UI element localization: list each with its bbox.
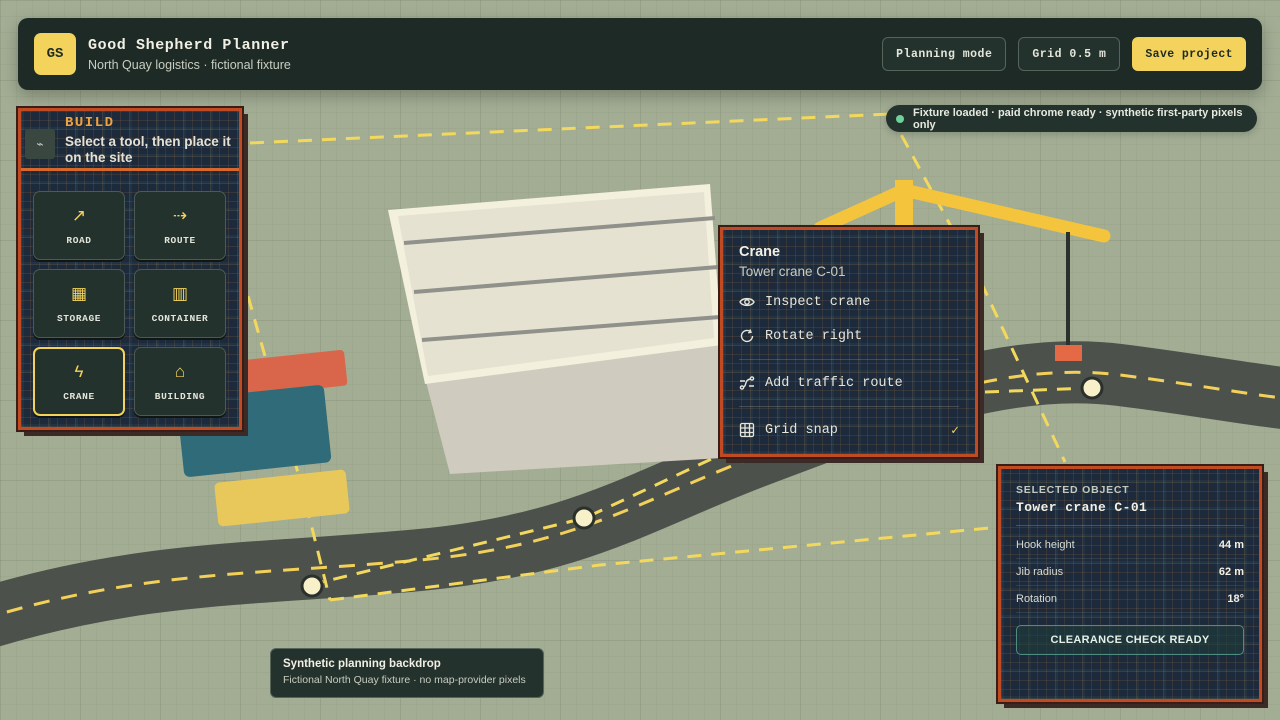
planning-mode-button[interactable]: Planning mode [882, 37, 1007, 71]
build-instruction: Select a tool, then place it on the site [65, 134, 231, 165]
selected-object-name: Tower crane C-01 [1016, 500, 1148, 515]
selected-object-label: SELECTED OBJECT [1016, 484, 1130, 496]
caption-subtitle: Fictional North Quay fixture · no map-pr… [283, 674, 526, 686]
building-icon: ⌂ [174, 362, 186, 381]
tool-label: CONTAINER [151, 313, 209, 324]
context-menu-title: Crane [739, 244, 781, 260]
property-row-jib-radius: Jib radius 62 m [1016, 559, 1244, 586]
menu-item-add-traffic-route[interactable]: Add traffic route [739, 366, 959, 400]
tool-grid: ↗ ROAD ⇢ ROUTE ▦ STORAGE ▥ CONTAINER ϟ C… [33, 191, 226, 416]
eye-icon [739, 297, 755, 307]
save-project-button[interactable]: Save project [1132, 37, 1246, 71]
container-icon: ▥ [171, 284, 189, 303]
brand: Good Shepherd Planner North Quay logisti… [88, 37, 291, 72]
grid-size-button[interactable]: Grid 0.5 m [1018, 37, 1121, 71]
property-row-rotation: Rotation 18° [1016, 586, 1244, 613]
build-header: ⌁ BUILD Select a tool, then place it on … [21, 111, 239, 171]
status-pill: Fixture loaded · paid chrome ready · syn… [886, 105, 1257, 132]
warehouse-building [388, 184, 722, 474]
dashed-arrow-icon: ⇢ [172, 206, 188, 225]
check-icon: ✓ [951, 422, 959, 438]
tool-road[interactable]: ↗ ROAD [33, 191, 125, 260]
context-menu: Crane Tower crane C-01 Inspect crane Rot… [720, 227, 978, 457]
status-dot-icon [896, 114, 904, 123]
grid-icon [739, 422, 755, 438]
app-subtitle: North Quay logistics · fictional fixture [88, 57, 291, 72]
property-value: 44 m [1218, 539, 1244, 551]
tool-container[interactable]: ▥ CONTAINER [134, 269, 226, 338]
tool-label: ROAD [66, 235, 92, 246]
menu-item-rotate-right[interactable]: Rotate right [739, 319, 959, 353]
status-text: Fixture loaded · paid chrome ready · syn… [913, 106, 1243, 131]
menu-separator [739, 359, 959, 360]
top-actions: Planning mode Grid 0.5 m Save project [882, 37, 1246, 71]
property-value: 18° [1227, 593, 1244, 605]
app-logo: GS [34, 33, 76, 75]
backdrop-caption: Synthetic planning backdrop Fictional No… [270, 648, 544, 698]
menu-item-grid-snap[interactable]: Grid snap ✓ [739, 413, 959, 447]
tool-crane[interactable]: ϟ CRANE [33, 347, 125, 416]
arrow-up-right-icon: ↗ [71, 206, 87, 225]
menu-item-label: Add traffic route [765, 375, 903, 391]
property-value: 62 m [1218, 566, 1244, 578]
tool-building[interactable]: ⌂ BUILDING [134, 347, 226, 416]
property-key: Jib radius [1016, 566, 1064, 578]
tool-label: BUILDING [154, 391, 206, 402]
build-title: BUILD [65, 115, 115, 131]
caption-title: Synthetic planning backdrop [283, 658, 441, 670]
menu-item-label: Grid snap [765, 422, 838, 438]
menu-separator [739, 406, 959, 407]
storage-grid-icon: ▦ [70, 284, 88, 303]
menu-item-label: Rotate right [765, 328, 863, 344]
drag-handle-icon[interactable]: ⌁ [25, 129, 55, 159]
menu-item-label: Inspect crane [765, 294, 871, 310]
tool-label: CRANE [63, 391, 95, 402]
top-bar: GS Good Shepherd Planner North Quay logi… [18, 18, 1262, 90]
context-menu-subtitle: Tower crane C-01 [739, 264, 846, 279]
divider [1016, 525, 1244, 526]
clearance-check-button[interactable]: CLEARANCE CHECK READY [1016, 625, 1244, 655]
route-icon [739, 376, 755, 390]
property-row-hook-height: Hook height 44 m [1016, 532, 1244, 559]
crane-icon: ϟ [74, 362, 84, 381]
app-title: Good Shepherd Planner [88, 36, 290, 54]
tool-storage[interactable]: ▦ STORAGE [33, 269, 125, 338]
property-key: Rotation [1016, 593, 1057, 605]
property-key: Hook height [1016, 539, 1075, 551]
menu-item-inspect-crane[interactable]: Inspect crane [739, 285, 959, 319]
rotate-right-icon [740, 329, 754, 343]
tool-label: ROUTE [164, 235, 196, 246]
selected-object-panel: SELECTED OBJECT Tower crane C-01 Hook he… [998, 466, 1262, 702]
build-panel: ⌁ BUILD Select a tool, then place it on … [18, 108, 242, 430]
tool-route[interactable]: ⇢ ROUTE [134, 191, 226, 260]
tool-label: STORAGE [56, 313, 102, 324]
